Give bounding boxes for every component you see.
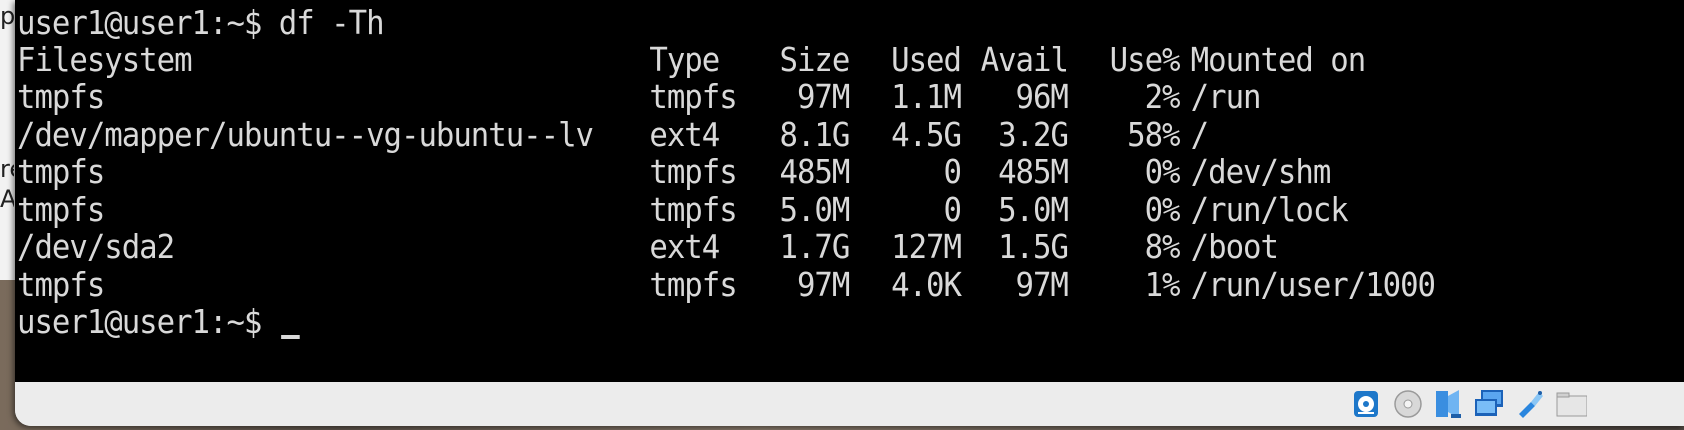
df-header-row: Filesystem Type Size Used Avail Use% Mou… <box>17 40 1505 80</box>
row-used: 127M <box>891 227 962 266</box>
usb-icon[interactable] <box>1513 388 1545 420</box>
row-type: ext4 <box>649 227 720 266</box>
row-size: 97M <box>796 264 850 304</box>
optical-drive-icon[interactable] <box>1392 388 1424 420</box>
row-size: 97M <box>796 77 850 116</box>
row-mounted-on: /run/user/1000 <box>1190 264 1436 304</box>
row-use-pct: 0% <box>1144 152 1181 191</box>
background-window-text: pr <box>0 2 14 30</box>
row-filesystem: tmpfs <box>17 189 105 229</box>
row-avail: 5.0M <box>998 189 1069 229</box>
row-use-pct: 0% <box>1144 189 1181 229</box>
final-prompt-line: user1@user1:~$ <box>17 302 300 342</box>
df-table-row: tmpfs tmpfs 97M 4.0K 97M 1%/run/user/1000 <box>17 265 1505 305</box>
virtualbox-vm-window[interactable]: user1@user1:~$ df -Th Filesystem Type Si… <box>15 0 1684 426</box>
row-use-pct: 1% <box>1144 264 1181 304</box>
row-mounted-on: /run/lock <box>1190 189 1349 229</box>
hard-disk-icon[interactable] <box>1350 388 1382 420</box>
row-avail: 1.5G <box>998 227 1069 266</box>
row-type: tmpfs <box>649 264 737 304</box>
header-avail: Avail <box>980 40 1069 79</box>
header-size: Size <box>779 40 851 79</box>
row-filesystem: /dev/mapper/ubuntu--vg-ubuntu--lv <box>17 114 594 154</box>
shell-prompt: user1@user1:~$ <box>17 3 279 42</box>
audio-icon[interactable] <box>1433 388 1465 420</box>
row-avail: 485M <box>998 152 1069 191</box>
command-text: df -Th <box>278 3 385 42</box>
header-used: Used <box>891 40 962 79</box>
row-use-pct: 8% <box>1144 227 1181 266</box>
header-mounted-on: Mounted on <box>1190 40 1367 79</box>
row-use-pct: 58% <box>1127 114 1180 154</box>
header-use-pct: Use% <box>1109 40 1181 79</box>
row-type: tmpfs <box>649 189 737 229</box>
row-filesystem: /dev/sda2 <box>17 227 175 266</box>
row-size: 485M <box>779 152 851 191</box>
vm-status-bar <box>15 382 1684 426</box>
df-table-row: /dev/sda2 ext4 1.7G 127M 1.5G 8%/boot <box>17 227 1505 267</box>
shared-folders-icon[interactable] <box>1555 388 1588 420</box>
row-type: tmpfs <box>649 152 737 191</box>
shell-prompt: user1@user1:~$ <box>17 302 279 341</box>
row-size: 8.1G <box>779 114 851 154</box>
row-used: 1.1M <box>891 77 962 116</box>
df-table-row: /dev/mapper/ubuntu--vg-ubuntu--lv ext4 8.1… <box>17 115 1505 155</box>
terminal-screen[interactable]: user1@user1:~$ df -Th Filesystem Type Si… <box>15 0 1684 382</box>
row-avail: 96M <box>1015 77 1069 116</box>
header-type: Type <box>649 40 720 79</box>
text-cursor <box>280 335 300 339</box>
row-use-pct: 2% <box>1144 77 1181 116</box>
background-window-text: A <box>0 185 14 213</box>
df-table-row: tmpfs tmpfs 97M 1.1M 96M 2%/run <box>17 77 1505 117</box>
df-table-row: tmpfs tmpfs 5.0M 0 5.0M 0%/run/lock <box>17 190 1505 230</box>
row-type: tmpfs <box>649 77 737 116</box>
row-filesystem: tmpfs <box>17 152 105 191</box>
row-size: 5.0M <box>779 189 851 229</box>
row-used: 0 <box>943 152 961 191</box>
row-used: 4.5G <box>891 114 962 154</box>
row-avail: 3.2G <box>998 114 1069 154</box>
command-line: user1@user1:~$ df -Th <box>17 3 385 43</box>
row-mounted-on: /boot <box>1190 227 1279 266</box>
row-mounted-on: /run <box>1190 77 1262 116</box>
network-icon[interactable] <box>1473 388 1505 420</box>
row-size: 1.7G <box>779 227 851 266</box>
row-used: 0 <box>943 189 961 229</box>
header-filesystem: Filesystem <box>17 40 193 79</box>
row-mounted-on: /dev/shm <box>1190 152 1332 191</box>
row-mounted-on: / <box>1190 114 1209 154</box>
row-used: 4.0K <box>891 264 962 304</box>
background-window-text: re <box>0 155 14 183</box>
row-type: ext4 <box>649 114 720 154</box>
row-filesystem: tmpfs <box>17 77 105 116</box>
row-avail: 97M <box>1015 264 1069 304</box>
df-table-row: tmpfs tmpfs 485M 0 485M 0%/dev/shm <box>17 152 1505 192</box>
row-filesystem: tmpfs <box>17 264 105 304</box>
